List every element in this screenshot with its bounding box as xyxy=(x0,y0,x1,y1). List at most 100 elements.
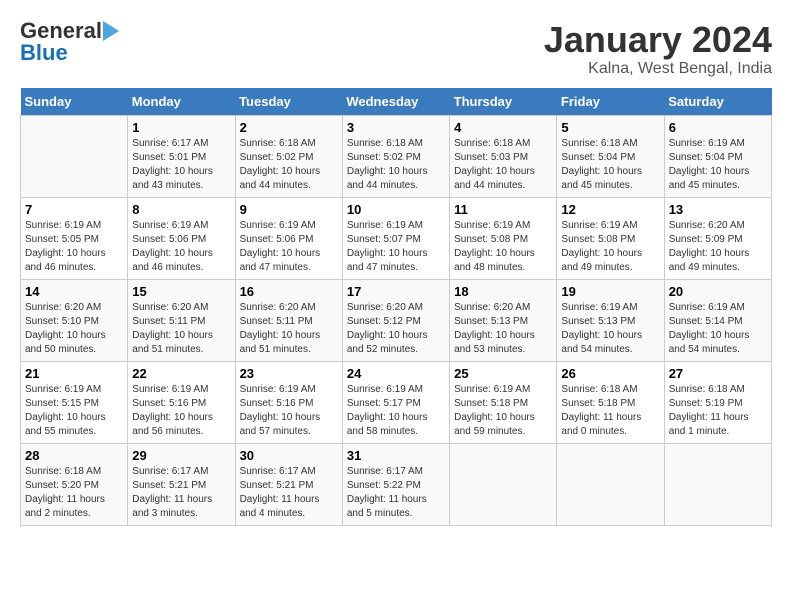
calendar-cell-w3-d7: 20Sunrise: 6:19 AM Sunset: 5:14 PM Dayli… xyxy=(664,279,771,361)
day-info: Sunrise: 6:19 AM Sunset: 5:18 PM Dayligh… xyxy=(454,383,552,439)
calendar-cell-w5-d6 xyxy=(557,443,664,525)
day-info: Sunrise: 6:19 AM Sunset: 5:04 PM Dayligh… xyxy=(669,137,767,193)
calendar-table: SundayMondayTuesdayWednesdayThursdayFrid… xyxy=(20,88,772,526)
calendar-week-5: 28 Sunrise: 6:18 AM Sunset: 5:20 PM Dayli… xyxy=(21,443,772,525)
calendar-cell-w2-d4: 10Sunrise: 6:19 AM Sunset: 5:07 PM Dayli… xyxy=(342,197,449,279)
calendar-cell-w2-d2: 8Sunrise: 6:19 AM Sunset: 5:06 PM Daylig… xyxy=(128,197,235,279)
calendar-week-2: 7 Sunrise: 6:19 AM Sunset: 5:05 PM Daylig… xyxy=(21,197,772,279)
header-sunday: Sunday xyxy=(21,88,128,116)
calendar-header-row: SundayMondayTuesdayWednesdayThursdayFrid… xyxy=(21,88,772,116)
day-info: Sunrise: 6:19 AM Sunset: 5:06 PM Dayligh… xyxy=(240,219,338,275)
logo-blue-text: Blue xyxy=(20,42,68,64)
calendar-cell-w3-d5: 18 Sunrise: 6:20 AM Sunset: 5:13 PM Dayli… xyxy=(450,279,557,361)
logo: General Blue xyxy=(20,20,119,64)
day-info: Sunrise: 6:18 AM Sunset: 5:04 PM Dayligh… xyxy=(561,137,659,193)
day-number: 28 xyxy=(25,448,123,463)
header-saturday: Saturday xyxy=(664,88,771,116)
calendar-week-3: 14 Sunrise: 6:20 AM Sunset: 5:10 PM Dayli… xyxy=(21,279,772,361)
logo-text-row: General xyxy=(20,20,119,42)
page-title: January 2024 xyxy=(544,20,772,60)
day-number: 21 xyxy=(25,366,123,381)
header-monday: Monday xyxy=(128,88,235,116)
day-number: 15 xyxy=(132,284,230,299)
day-info: Sunrise: 6:18 AM Sunset: 5:18 PM Dayligh… xyxy=(561,383,659,439)
day-number: 4 xyxy=(454,120,552,135)
calendar-cell-w4-d4: 24 Sunrise: 6:19 AM Sunset: 5:17 PM Dayli… xyxy=(342,361,449,443)
day-info: Sunrise: 6:18 AM Sunset: 5:02 PM Dayligh… xyxy=(240,137,338,193)
day-info: Sunrise: 6:20 AM Sunset: 5:11 PM Dayligh… xyxy=(240,301,338,357)
calendar-cell-w3-d4: 17 Sunrise: 6:20 AM Sunset: 5:12 PM Dayli… xyxy=(342,279,449,361)
day-info: Sunrise: 6:18 AM Sunset: 5:20 PM Dayligh… xyxy=(25,465,123,521)
day-number: 17 xyxy=(347,284,445,299)
day-number: 26 xyxy=(561,366,659,381)
day-info: Sunrise: 6:20 AM Sunset: 5:10 PM Dayligh… xyxy=(25,301,123,357)
day-number: 7 xyxy=(25,202,123,217)
day-info: Sunrise: 6:19 AM Sunset: 5:08 PM Dayligh… xyxy=(561,219,659,275)
calendar-cell-w5-d3: 30 Sunrise: 6:17 AM Sunset: 5:21 PM Dayli… xyxy=(235,443,342,525)
day-number: 5 xyxy=(561,120,659,135)
page-header: General Blue January 2024 Kalna, West Be… xyxy=(20,20,772,78)
calendar-cell-w5-d1: 28 Sunrise: 6:18 AM Sunset: 5:20 PM Dayli… xyxy=(21,443,128,525)
calendar-cell-w3-d2: 15 Sunrise: 6:20 AM Sunset: 5:11 PM Dayli… xyxy=(128,279,235,361)
title-area: January 2024 Kalna, West Bengal, India xyxy=(544,20,772,78)
header-thursday: Thursday xyxy=(450,88,557,116)
day-info: Sunrise: 6:20 AM Sunset: 5:11 PM Dayligh… xyxy=(132,301,230,357)
calendar-cell-w2-d5: 11 Sunrise: 6:19 AM Sunset: 5:08 PM Dayli… xyxy=(450,197,557,279)
calendar-cell-w4-d5: 25 Sunrise: 6:19 AM Sunset: 5:18 PM Dayli… xyxy=(450,361,557,443)
day-number: 18 xyxy=(454,284,552,299)
day-info: Sunrise: 6:17 AM Sunset: 5:21 PM Dayligh… xyxy=(240,465,338,521)
day-number: 2 xyxy=(240,120,338,135)
day-number: 19 xyxy=(561,284,659,299)
page-subtitle: Kalna, West Bengal, India xyxy=(544,60,772,78)
calendar-cell-w1-d1 xyxy=(21,115,128,197)
calendar-cell-w2-d3: 9 Sunrise: 6:19 AM Sunset: 5:06 PM Daylig… xyxy=(235,197,342,279)
calendar-cell-w4-d3: 23 Sunrise: 6:19 AM Sunset: 5:16 PM Dayli… xyxy=(235,361,342,443)
day-number: 3 xyxy=(347,120,445,135)
calendar-cell-w5-d7 xyxy=(664,443,771,525)
calendar-cell-w1-d2: 1Sunrise: 6:17 AM Sunset: 5:01 PM Daylig… xyxy=(128,115,235,197)
header-friday: Friday xyxy=(557,88,664,116)
day-info: Sunrise: 6:19 AM Sunset: 5:13 PM Dayligh… xyxy=(561,301,659,357)
day-number: 31 xyxy=(347,448,445,463)
day-number: 29 xyxy=(132,448,230,463)
day-info: Sunrise: 6:18 AM Sunset: 5:19 PM Dayligh… xyxy=(669,383,767,439)
calendar-cell-w4-d2: 22Sunrise: 6:19 AM Sunset: 5:16 PM Dayli… xyxy=(128,361,235,443)
day-number: 6 xyxy=(669,120,767,135)
calendar-cell-w4-d6: 26 Sunrise: 6:18 AM Sunset: 5:18 PM Dayli… xyxy=(557,361,664,443)
day-number: 25 xyxy=(454,366,552,381)
header-tuesday: Tuesday xyxy=(235,88,342,116)
day-info: Sunrise: 6:19 AM Sunset: 5:14 PM Dayligh… xyxy=(669,301,767,357)
header-wednesday: Wednesday xyxy=(342,88,449,116)
day-number: 30 xyxy=(240,448,338,463)
day-info: Sunrise: 6:20 AM Sunset: 5:13 PM Dayligh… xyxy=(454,301,552,357)
day-info: Sunrise: 6:19 AM Sunset: 5:08 PM Dayligh… xyxy=(454,219,552,275)
day-info: Sunrise: 6:17 AM Sunset: 5:22 PM Dayligh… xyxy=(347,465,445,521)
day-number: 14 xyxy=(25,284,123,299)
day-number: 24 xyxy=(347,366,445,381)
day-number: 13 xyxy=(669,202,767,217)
day-info: Sunrise: 6:19 AM Sunset: 5:07 PM Dayligh… xyxy=(347,219,445,275)
day-info: Sunrise: 6:17 AM Sunset: 5:01 PM Dayligh… xyxy=(132,137,230,193)
calendar-cell-w2-d6: 12 Sunrise: 6:19 AM Sunset: 5:08 PM Dayli… xyxy=(557,197,664,279)
day-info: Sunrise: 6:19 AM Sunset: 5:05 PM Dayligh… xyxy=(25,219,123,275)
day-info: Sunrise: 6:18 AM Sunset: 5:03 PM Dayligh… xyxy=(454,137,552,193)
calendar-cell-w4-d7: 27Sunrise: 6:18 AM Sunset: 5:19 PM Dayli… xyxy=(664,361,771,443)
day-number: 12 xyxy=(561,202,659,217)
calendar-cell-w3-d3: 16Sunrise: 6:20 AM Sunset: 5:11 PM Dayli… xyxy=(235,279,342,361)
day-number: 23 xyxy=(240,366,338,381)
calendar-cell-w1-d7: 6 Sunrise: 6:19 AM Sunset: 5:04 PM Daylig… xyxy=(664,115,771,197)
day-number: 11 xyxy=(454,202,552,217)
day-info: Sunrise: 6:20 AM Sunset: 5:09 PM Dayligh… xyxy=(669,219,767,275)
calendar-cell-w5-d2: 29Sunrise: 6:17 AM Sunset: 5:21 PM Dayli… xyxy=(128,443,235,525)
calendar-cell-w3-d6: 19 Sunrise: 6:19 AM Sunset: 5:13 PM Dayli… xyxy=(557,279,664,361)
day-info: Sunrise: 6:19 AM Sunset: 5:16 PM Dayligh… xyxy=(240,383,338,439)
day-number: 9 xyxy=(240,202,338,217)
logo-general-text: General xyxy=(20,20,102,42)
logo-arrow-icon xyxy=(103,21,119,41)
day-info: Sunrise: 6:20 AM Sunset: 5:12 PM Dayligh… xyxy=(347,301,445,357)
day-info: Sunrise: 6:19 AM Sunset: 5:15 PM Dayligh… xyxy=(25,383,123,439)
day-number: 22 xyxy=(132,366,230,381)
calendar-cell-w1-d6: 5 Sunrise: 6:18 AM Sunset: 5:04 PM Daylig… xyxy=(557,115,664,197)
day-info: Sunrise: 6:19 AM Sunset: 5:17 PM Dayligh… xyxy=(347,383,445,439)
calendar-cell-w2-d1: 7 Sunrise: 6:19 AM Sunset: 5:05 PM Daylig… xyxy=(21,197,128,279)
